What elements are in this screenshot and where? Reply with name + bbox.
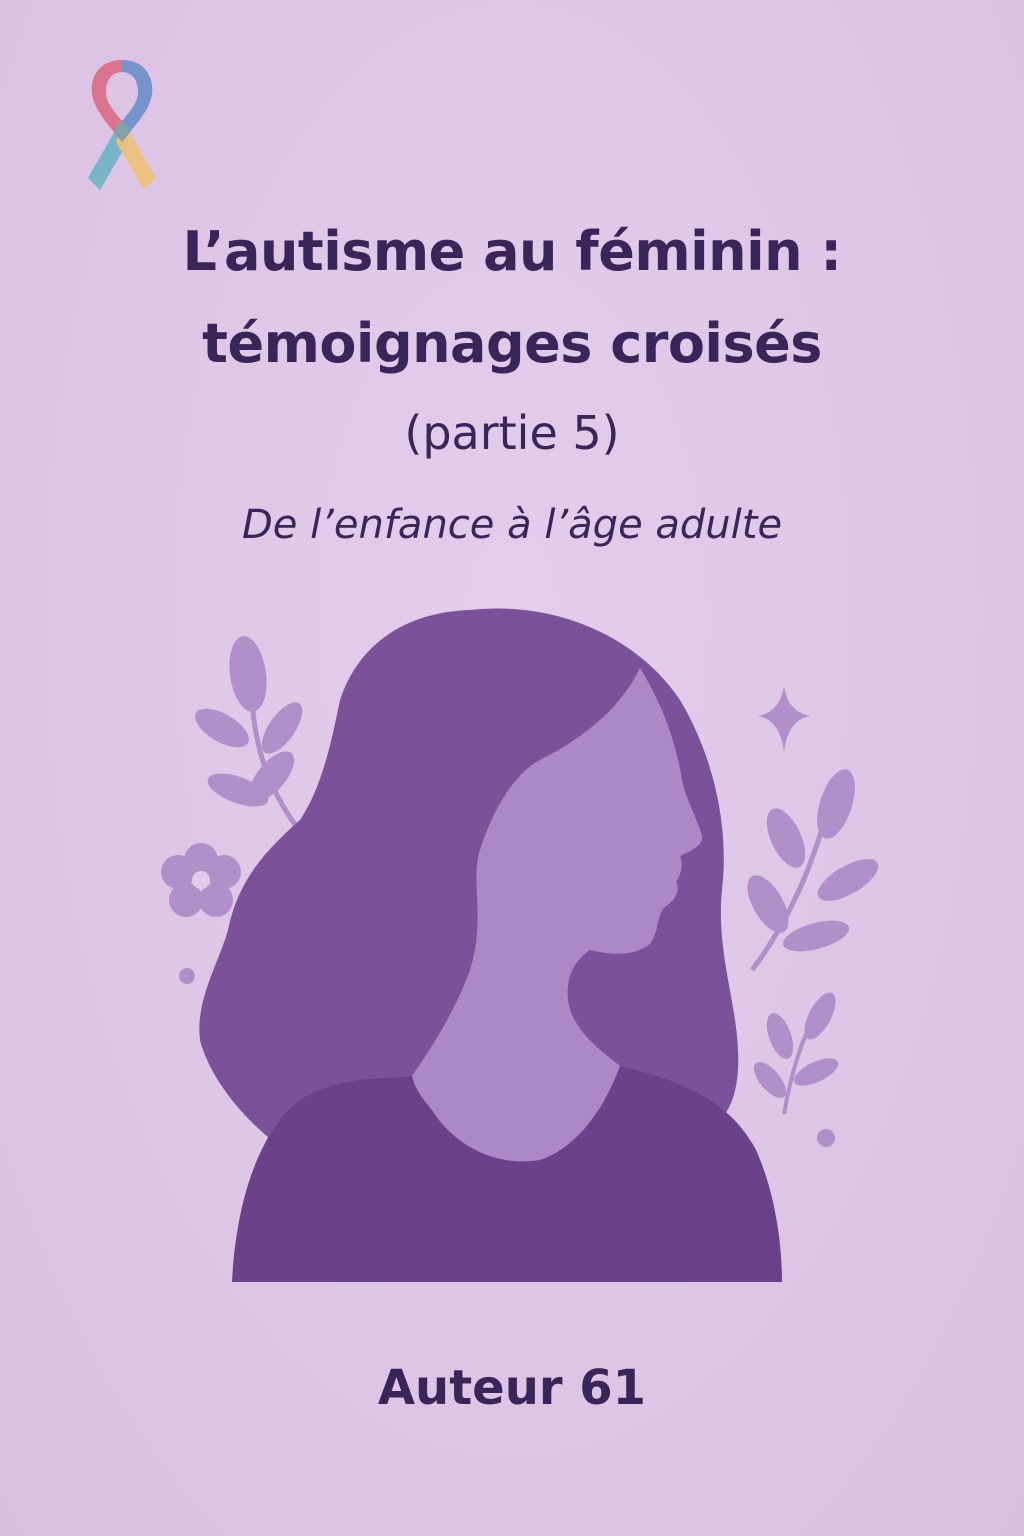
part-number: (partie 5)	[404, 406, 620, 460]
flower-icon	[161, 843, 241, 917]
book-cover: L’autisme au féminin : témoignages crois…	[0, 0, 1024, 1536]
woman-profile-illustration	[161, 608, 879, 1282]
awareness-ribbon-icon	[88, 60, 156, 190]
dot-decoration	[179, 968, 195, 984]
dot-decoration	[817, 1129, 835, 1147]
leaf-branch-icon	[753, 992, 839, 1115]
subtitle: De l’enfance à l’âge adulte	[241, 502, 783, 548]
title-line-2: témoignages croisés	[202, 312, 822, 375]
leaf-branch-icon	[195, 636, 303, 828]
title-line-1: L’autisme au féminin :	[182, 220, 842, 283]
sparkle-icon	[758, 686, 810, 752]
author-name: Auteur 61	[377, 1360, 647, 1416]
leaf-branch-icon	[747, 769, 879, 972]
